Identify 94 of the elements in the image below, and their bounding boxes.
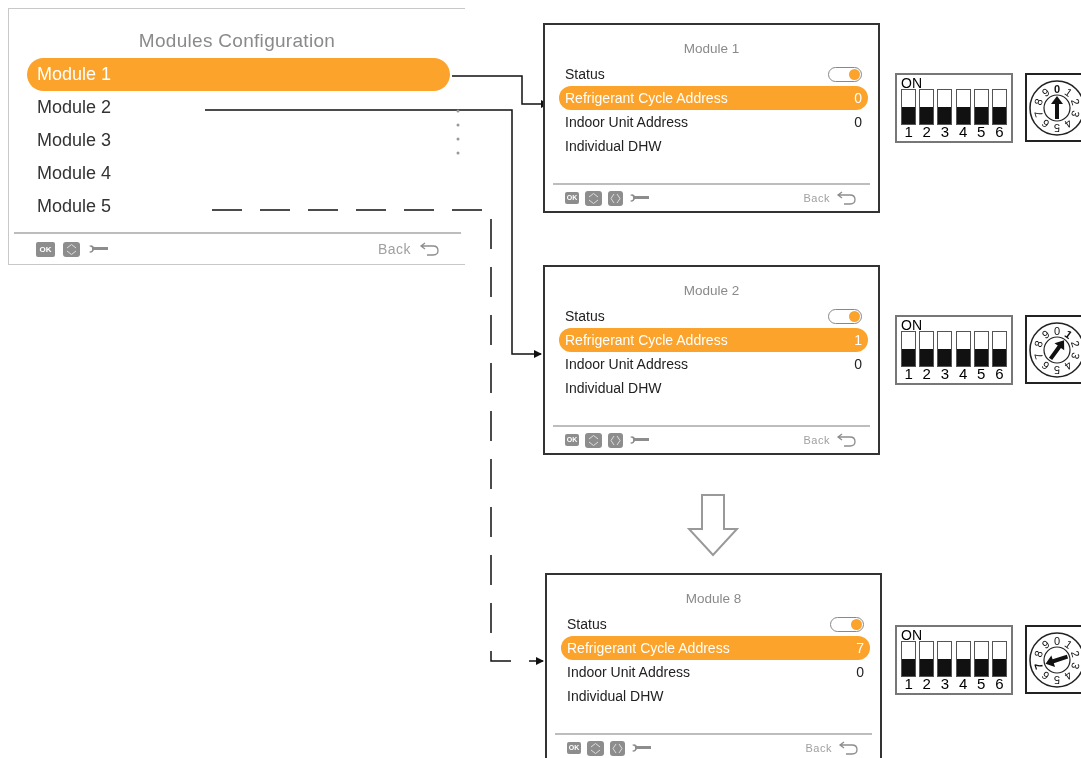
dial-digit: 7 <box>1031 661 1046 671</box>
dial-digit: 6 <box>1039 359 1052 373</box>
dial-digit: 1 <box>1062 637 1075 651</box>
setting-row[interactable]: Indoor Unit Address 0 <box>561 660 870 684</box>
dial-digit: 0 <box>1053 634 1061 647</box>
dial-digit: 8 <box>1031 97 1046 107</box>
setting-value: 0 <box>854 114 862 130</box>
switch-number: 6 <box>995 677 1004 691</box>
wrench-icon <box>631 743 651 753</box>
setting-row[interactable]: Indoor Unit Address 0 <box>559 110 868 134</box>
switch-number: 1 <box>904 125 913 139</box>
wrench-icon <box>629 193 649 203</box>
setting-row[interactable]: Indoor Unit Address 0 <box>559 352 868 376</box>
up-down-icon <box>587 740 604 756</box>
dial-digit: 9 <box>1039 637 1052 651</box>
dial-digit: 0 <box>1053 82 1061 95</box>
switch-number: 4 <box>958 125 968 139</box>
status-toggle[interactable] <box>828 66 862 82</box>
menu-item[interactable]: Module 5 <box>27 190 450 223</box>
dial-digit: 3 <box>1068 109 1081 119</box>
screen-title: Module 2 <box>683 283 740 298</box>
screen-title: Modules Configuration <box>138 30 336 52</box>
setting-row[interactable]: Individual DHW <box>561 684 870 708</box>
on-label: ON <box>901 629 923 641</box>
down-arrow-icon <box>687 493 739 557</box>
dial-digit: 5 <box>1053 363 1061 376</box>
dial-digit: 2 <box>1068 649 1081 659</box>
switch-number: 1 <box>904 367 913 381</box>
dial-digit: 7 <box>1031 351 1046 361</box>
setting-value: 7 <box>856 640 864 656</box>
dial-digit: 9 <box>1039 327 1052 341</box>
wrench-icon <box>88 244 108 254</box>
setting-row[interactable]: Status <box>559 304 868 328</box>
status-toggle[interactable] <box>830 616 864 632</box>
wrench-icon <box>629 435 649 445</box>
back-arrow-icon[interactable] <box>836 191 856 205</box>
switch-number: 3 <box>940 367 950 381</box>
up-down-icon <box>585 190 602 206</box>
dial-digit: 8 <box>1031 339 1046 349</box>
switch-number: 6 <box>995 125 1004 139</box>
setting-value: 0 <box>856 664 864 680</box>
status-toggle[interactable] <box>828 308 862 324</box>
dial-digit: 8 <box>1031 649 1046 659</box>
menu-item[interactable]: Module 2 <box>27 91 450 124</box>
dial-pointer-icon <box>1051 96 1063 119</box>
switch-number: 1 <box>904 677 913 691</box>
switch-number: 2 <box>922 367 931 381</box>
setting-row[interactable]: Status <box>559 62 868 86</box>
dial-digit: 2 <box>1068 97 1081 107</box>
switch-number: 5 <box>977 677 986 691</box>
dial-digit: 9 <box>1039 85 1052 99</box>
dial-digit: 5 <box>1053 673 1061 686</box>
dial-digit: 0 <box>1053 324 1061 337</box>
switch-number: 5 <box>977 125 986 139</box>
dial-digit: 3 <box>1068 351 1081 361</box>
switch-number: 5 <box>977 367 986 381</box>
screen-title: Module 8 <box>685 591 742 606</box>
setting-value: 0 <box>854 90 862 106</box>
setting-row[interactable]: Individual DHW <box>559 376 868 400</box>
setting-row[interactable]: Individual DHW <box>559 134 868 158</box>
switch-number: 3 <box>940 677 950 691</box>
switch-number: 2 <box>922 677 931 691</box>
switch-number: 4 <box>958 367 968 381</box>
screen-title: Module 1 <box>683 41 740 56</box>
up-down-icon <box>585 432 602 448</box>
back-arrow-icon[interactable] <box>836 433 856 447</box>
up-down-icon <box>63 241 80 257</box>
back-arrow-icon[interactable] <box>838 741 858 755</box>
dial-digit: 6 <box>1039 669 1052 683</box>
switch-number: 2 <box>922 125 931 139</box>
back-arrow-icon[interactable] <box>419 242 439 256</box>
switch-number: 3 <box>940 125 950 139</box>
dial-digit: 1 <box>1062 327 1075 341</box>
setting-row[interactable]: Status <box>561 612 870 636</box>
ok-icon: OK <box>36 241 55 257</box>
menu-item[interactable]: Module 4 <box>27 157 450 190</box>
dial-digit: 4 <box>1062 669 1075 683</box>
setting-value: 0 <box>854 356 862 372</box>
menu-item[interactable]: Module 3 <box>27 124 450 157</box>
dial-digit: 4 <box>1062 359 1075 373</box>
dial-pointer-icon <box>1045 654 1069 667</box>
setting-value: 1 <box>854 332 862 348</box>
switch-number: 4 <box>958 677 968 691</box>
dial-digit: 7 <box>1031 109 1046 119</box>
dial-digit: 2 <box>1068 339 1081 349</box>
dial-digit: 6 <box>1039 117 1052 131</box>
dial-digit: 5 <box>1053 121 1061 134</box>
dial-digit: 1 <box>1062 85 1075 99</box>
dial-digit: 3 <box>1068 661 1081 671</box>
dial-digit: 4 <box>1062 117 1075 131</box>
switch-number: 6 <box>995 367 1004 381</box>
dial-pointer-icon <box>1048 340 1065 361</box>
on-label: ON <box>901 77 923 89</box>
on-label: ON <box>901 319 923 331</box>
